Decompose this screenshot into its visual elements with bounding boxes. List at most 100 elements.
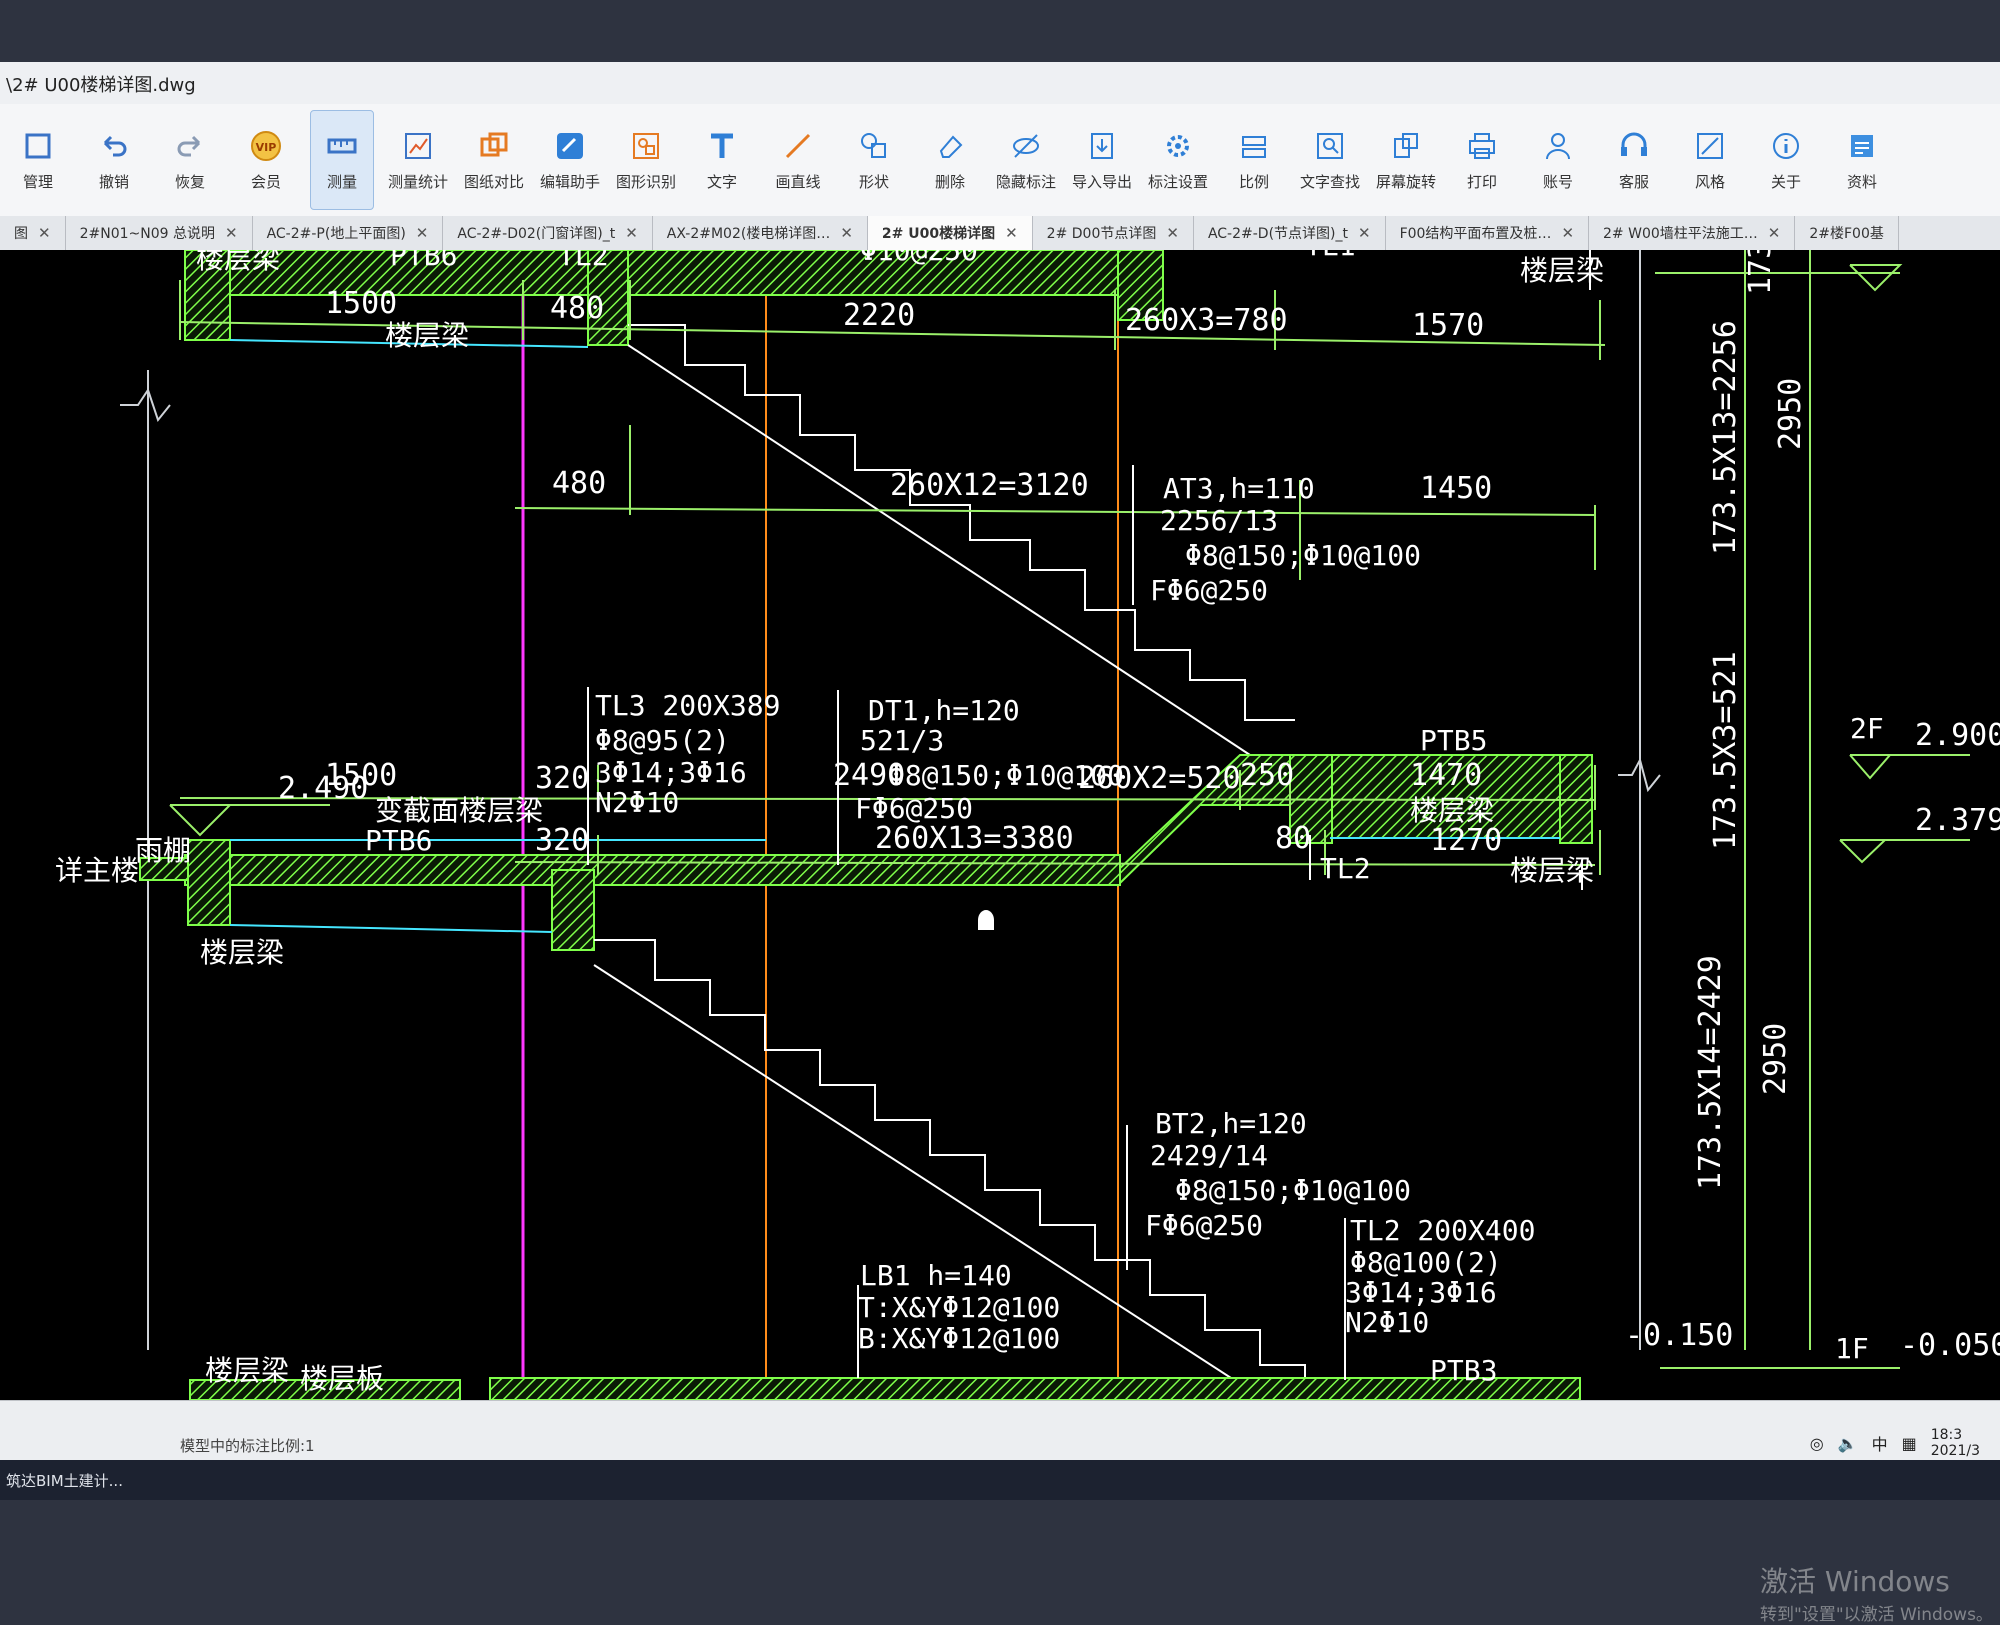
undo-icon xyxy=(103,135,127,156)
document-tabs: 图 ✕ 2#N01~N09 总说明 ✕ AC-2#-P(地上平面图) ✕ AC-2#-… xyxy=(0,216,2000,251)
compare-button[interactable]: 图纸对比 xyxy=(462,110,526,210)
ime-indicator[interactable]: 中 xyxy=(1872,1431,1888,1455)
close-icon[interactable]: ✕ xyxy=(1768,224,1781,242)
dim-2220: 2220 xyxy=(843,298,915,333)
label-tl2-top: TL2 xyxy=(558,250,609,272)
print-button[interactable]: 打印 xyxy=(1450,110,1514,210)
redo-button[interactable]: 恢复 xyxy=(158,110,222,210)
tab-8[interactable]: F00结构平面布置及桩… ✕ xyxy=(1386,216,1590,250)
vip-badge-text: VIP xyxy=(256,141,277,154)
draw-line-button[interactable]: 画直线 xyxy=(766,110,830,210)
tab-5-active[interactable]: 2# U00楼梯详图 ✕ xyxy=(867,216,1033,250)
screen-rotate-button[interactable]: 屏幕旋转 xyxy=(1374,110,1438,210)
info-icon xyxy=(1773,132,1799,159)
label-slab-bottom: 楼层板 xyxy=(300,1362,384,1395)
tab-6[interactable]: 2# D00节点详图 ✕ xyxy=(1033,216,1194,250)
elev-2379: 2.379 xyxy=(1915,803,2000,838)
tab-7[interactable]: AC-2#-D(节点详图)_t ✕ xyxy=(1194,216,1386,250)
watermark-line1: 激活 Windows xyxy=(1760,1565,1950,1598)
tab-9[interactable]: 2# W00墙柱平法施工… ✕ xyxy=(1589,216,1796,250)
text-button[interactable]: 文字 xyxy=(690,110,754,210)
dim-1570: 1570 xyxy=(1412,308,1484,343)
close-icon[interactable]: ✕ xyxy=(225,224,238,242)
ime-mode-icon[interactable]: ▦ xyxy=(1902,1434,1917,1453)
label-beam-top-left: 楼层梁 xyxy=(196,250,280,275)
vip-button[interactable]: VIP 会员 xyxy=(234,110,298,210)
chart-icon xyxy=(405,132,431,159)
annotation-settings-button[interactable]: 标注设置 xyxy=(1146,110,1210,210)
close-icon[interactable]: ✕ xyxy=(1358,224,1371,242)
tab-10[interactable]: 2#楼F00基 xyxy=(1795,216,1899,250)
note-at3-0: AT3,h=110 xyxy=(1163,472,1315,505)
drawing-canvas[interactable]: 楼层梁 PTB6 TL2 TL1 楼层梁 楼层梁 Φ10@250 PTB5 楼层… xyxy=(0,250,2000,1625)
vip-icon: VIP xyxy=(251,130,281,161)
account-button[interactable]: 账号 xyxy=(1526,110,1590,210)
close-icon[interactable]: ✕ xyxy=(416,224,429,242)
label-beam-top-under: 楼层梁 xyxy=(385,319,469,352)
note-lb1-1: T:X&YΦ12@100 xyxy=(858,1291,1060,1324)
rotate-icon xyxy=(1394,132,1418,158)
line-icon xyxy=(785,133,811,158)
system-tray: ◎ 🔈 中 ▦ 18:3 2021/3 xyxy=(1810,1427,1980,1459)
gear-icon xyxy=(1167,134,1189,157)
close-icon[interactable]: ✕ xyxy=(38,224,51,242)
taskbar-app-button[interactable]: 筑达BIM土建计... xyxy=(6,1470,123,1491)
dim-480-b: 480 xyxy=(552,466,606,501)
style-icon xyxy=(1697,132,1723,159)
dim-3120: 260X12=3120 xyxy=(890,468,1089,503)
title-bar: \2# U00楼梯详图.dwg xyxy=(0,62,2000,105)
scale-button[interactable]: 比例 xyxy=(1222,110,1286,210)
tab-3[interactable]: AC-2#-D02(门窗详图)_t ✕ xyxy=(443,216,653,250)
tab-0[interactable]: 图 ✕ xyxy=(0,216,66,250)
network-icon[interactable]: ◎ xyxy=(1810,1434,1824,1453)
mid-left-beam xyxy=(187,839,231,926)
elev-2490: 2.490 xyxy=(278,771,368,806)
dim-1270: 1270 xyxy=(1430,823,1502,858)
user-icon xyxy=(1546,132,1570,159)
resources-button[interactable]: 资料 xyxy=(1830,110,1894,210)
note-dt1-3: FΦ6@250 xyxy=(855,792,973,825)
shape-recognition-button[interactable]: 图形识别 xyxy=(614,110,678,210)
close-icon[interactable]: ✕ xyxy=(625,224,638,242)
taskbar: 筑达BIM土建计... xyxy=(0,1460,2000,1500)
note-dt1-2: Φ8@150;Φ10@100 xyxy=(888,759,1124,792)
tab-1[interactable]: 2#N01~N09 总说明 ✕ xyxy=(66,216,253,250)
dim-v-2429: 173.5X14=2429 xyxy=(1693,955,1728,1190)
import-export-button[interactable]: 导入导出 xyxy=(1070,110,1134,210)
undo-button[interactable]: 撤销 xyxy=(82,110,146,210)
clock[interactable]: 18:3 2021/3 xyxy=(1931,1427,1980,1459)
dim-250: 250 xyxy=(1240,758,1294,793)
note-tl3-2: 3Φ14;3Φ16 xyxy=(595,756,747,789)
close-icon[interactable]: ✕ xyxy=(1561,224,1574,242)
manage-button[interactable]: 管理 xyxy=(6,110,70,210)
ruler-icon xyxy=(327,138,357,153)
bottom-slab-lb1 xyxy=(489,1377,1581,1400)
text-search-button[interactable]: 文字查找 xyxy=(1298,110,1362,210)
mid-slab-ptb6 xyxy=(184,854,1121,886)
measure-button[interactable]: 测量 xyxy=(310,110,374,210)
about-button[interactable]: 关于 xyxy=(1754,110,1818,210)
volume-icon[interactable]: 🔈 xyxy=(1838,1434,1858,1453)
measure-stats-button[interactable]: 测量统计 xyxy=(386,110,450,210)
elev-minus-0050: -0.050 xyxy=(1900,1328,2000,1363)
style-button[interactable]: 风格 xyxy=(1678,110,1742,210)
search-icon xyxy=(1317,132,1343,159)
dim-1470: 1470 xyxy=(1410,758,1482,793)
shape-button[interactable]: 形状 xyxy=(842,110,906,210)
close-icon[interactable]: ✕ xyxy=(840,224,853,242)
label-tl1-top: TL1 xyxy=(1305,250,1356,262)
hide-annotation-button[interactable]: 隐藏标注 xyxy=(994,110,1058,210)
label-canopy: 雨棚 xyxy=(135,834,191,867)
support-button[interactable]: 客服 xyxy=(1602,110,1666,210)
note-tl3-3: N2Φ10 xyxy=(595,786,679,819)
resources-icon xyxy=(1851,134,1873,157)
close-icon[interactable]: ✕ xyxy=(1166,224,1179,242)
annotation-scale-text: 模型中的标注比例:1 xyxy=(180,1437,315,1455)
edit-assistant-button[interactable]: 编辑助手 xyxy=(538,110,602,210)
tab-2[interactable]: AC-2#-P(地上平面图) ✕ xyxy=(253,216,444,250)
close-icon[interactable]: ✕ xyxy=(1005,224,1018,242)
clock-date: 2021/3 xyxy=(1930,1443,1980,1459)
manage-icon xyxy=(25,133,51,158)
delete-button[interactable]: 删除 xyxy=(918,110,982,210)
tab-4[interactable]: AX-2#M02(楼电梯详图… ✕ xyxy=(653,216,868,250)
